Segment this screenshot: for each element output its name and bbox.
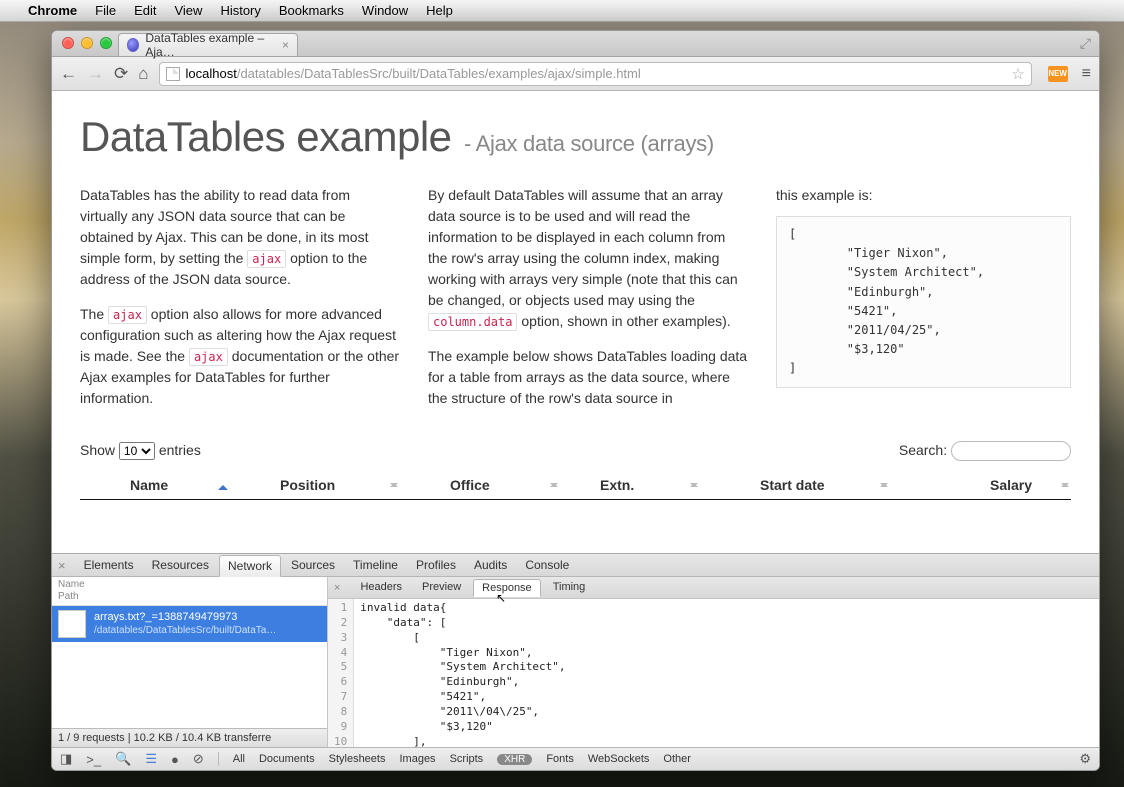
record-icon[interactable]: ● <box>171 752 179 767</box>
favicon-icon <box>127 38 139 52</box>
bookmark-star-icon[interactable]: ☆ <box>1011 65 1024 83</box>
window-controls <box>62 37 112 49</box>
devtools-tab-sources[interactable]: Sources <box>283 555 343 576</box>
devtools-tabs: × ElementsResourcesNetworkSourcesTimelin… <box>52 554 1099 577</box>
reload-button[interactable]: ⟳ <box>114 64 128 84</box>
filter-documents[interactable]: Documents <box>259 753 315 765</box>
fullscreen-icon[interactable]: ⤢ <box>1080 35 1091 52</box>
table-header: Name Position Office Extn. Start date Sa… <box>80 471 1071 500</box>
address-bar[interactable]: localhost/datatables/DataTablesSrc/built… <box>159 62 1032 86</box>
length-select[interactable]: 10 <box>119 442 155 460</box>
th-office[interactable]: Office <box>400 477 560 493</box>
devtools-tab-network[interactable]: Network <box>219 555 281 577</box>
devtools-tab-resources[interactable]: Resources <box>144 555 217 576</box>
filter-images[interactable]: Images <box>399 753 435 765</box>
th-extn[interactable]: Extn. <box>560 477 700 493</box>
devtools-panel: × ElementsResourcesNetworkSourcesTimelin… <box>52 553 1099 770</box>
line-number-gutter: 1 2 3 4 5 6 7 8 9 10 11 12 13 <box>328 599 354 747</box>
chrome-menu-icon[interactable]: ≡ <box>1082 65 1091 83</box>
new-badge-icon[interactable]: NEW <box>1048 66 1068 82</box>
page-subtitle: - Ajax data source (arrays) <box>464 131 714 156</box>
browser-toolbar: ← → ⟳ ⌂ localhost/datatables/DataTablesS… <box>52 57 1099 91</box>
code-ajax: ajax <box>189 348 228 366</box>
col-name-label: Name <box>58 579 321 591</box>
page-icon <box>166 67 180 81</box>
console-icon[interactable]: >_ <box>86 752 101 767</box>
network-detail-tabs: × HeadersPreviewResponseTiming ↖ <box>328 577 1099 599</box>
dock-icon[interactable]: ◨ <box>60 751 72 767</box>
filter-other[interactable]: Other <box>663 753 691 765</box>
th-position[interactable]: Position <box>230 477 400 493</box>
minimize-window-button[interactable] <box>81 37 93 49</box>
devtools-tab-timeline[interactable]: Timeline <box>345 555 406 576</box>
intro-column-3: this example is: [ "Tiger Nixon", "Syste… <box>776 185 1071 409</box>
browser-tab[interactable]: DataTables example – Aja… × <box>118 33 298 56</box>
search-input[interactable] <box>951 441 1071 461</box>
detail-tab-response[interactable]: Response <box>473 579 541 597</box>
response-body[interactable]: invalid data{ "data": [ [ "Tiger Nixon",… <box>354 599 571 747</box>
home-button[interactable]: ⌂ <box>138 64 148 84</box>
filter-scripts[interactable]: Scripts <box>450 753 484 765</box>
request-name: arrays.txt?_=1388749479973 <box>94 611 276 625</box>
menu-file[interactable]: File <box>95 3 116 18</box>
intro-column-2: By default DataTables will assume that a… <box>428 185 748 409</box>
intro-column-1: DataTables has the ability to read data … <box>80 185 400 409</box>
code-column-data: column.data <box>428 313 517 331</box>
th-startdate[interactable]: Start date <box>700 477 890 493</box>
back-button[interactable]: ← <box>60 64 77 84</box>
menu-edit[interactable]: Edit <box>134 3 156 18</box>
code-ajax: ajax <box>108 306 147 324</box>
length-control: Show 10 entries <box>80 442 201 460</box>
detail-tab-preview[interactable]: Preview <box>414 579 469 596</box>
macos-menubar: Chrome File Edit View History Bookmarks … <box>0 0 1124 22</box>
menu-bookmarks[interactable]: Bookmarks <box>279 3 344 18</box>
th-name[interactable]: Name <box>80 477 230 493</box>
filter-all[interactable]: All <box>233 753 245 765</box>
devtools-tab-audits[interactable]: Audits <box>466 555 515 576</box>
browser-window: DataTables example – Aja… × ⤢ ← → ⟳ ⌂ lo… <box>51 30 1100 771</box>
page-title: DataTables example <box>80 113 452 160</box>
filter-fonts[interactable]: Fonts <box>546 753 574 765</box>
settings-gear-icon[interactable]: ⚙ <box>1079 751 1091 767</box>
devtools-close-icon[interactable]: × <box>58 558 66 573</box>
browser-tabstrip: DataTables example – Aja… × ⤢ <box>52 31 1099 57</box>
sample-data-box: [ "Tiger Nixon", "System Architect", "Ed… <box>776 216 1071 388</box>
close-window-button[interactable] <box>62 37 74 49</box>
url-host: localhost <box>186 66 237 81</box>
search-icon[interactable]: 🔍 <box>115 751 131 767</box>
devtools-tab-elements[interactable]: Elements <box>76 555 142 576</box>
network-request-row[interactable]: arrays.txt?_=1388749479973 /datatables/D… <box>52 606 327 642</box>
clear-icon[interactable]: ⊘ <box>193 751 204 767</box>
col-path-label: Path <box>58 591 321 603</box>
menu-help[interactable]: Help <box>426 3 453 18</box>
request-path: /datatables/DataTablesSrc/built/DataTa… <box>94 625 276 638</box>
devtools-tab-console[interactable]: Console <box>517 555 577 576</box>
th-salary[interactable]: Salary <box>890 477 1071 493</box>
zoom-window-button[interactable] <box>100 37 112 49</box>
menu-history[interactable]: History <box>220 3 260 18</box>
url-path: /datatables/DataTablesSrc/built/DataTabl… <box>237 66 641 81</box>
forward-button: → <box>87 64 104 84</box>
filter-websockets[interactable]: WebSockets <box>588 753 650 765</box>
menu-view[interactable]: View <box>174 3 202 18</box>
detail-tab-headers[interactable]: Headers <box>352 579 410 596</box>
menubar-app-name[interactable]: Chrome <box>28 3 77 18</box>
network-request-list: Name Path arrays.txt?_=1388749479973 /da… <box>52 577 328 747</box>
close-detail-icon[interactable]: × <box>334 582 340 594</box>
tab-title: DataTables example – Aja… <box>145 31 276 59</box>
filter-xhr[interactable]: XHR <box>497 754 532 765</box>
menu-window[interactable]: Window <box>362 3 408 18</box>
devtools-bottom-toolbar: ◨ >_ 🔍 ☰ ● ⊘ All Documents Stylesheets Imag… <box>52 747 1099 770</box>
close-tab-button[interactable]: × <box>282 38 289 52</box>
search-control: Search: <box>899 441 1071 461</box>
code-ajax: ajax <box>247 250 286 268</box>
filter-icon[interactable]: ☰ <box>145 751 157 767</box>
detail-tab-timing[interactable]: Timing <box>545 579 594 596</box>
devtools-tab-profiles[interactable]: Profiles <box>408 555 464 576</box>
file-icon <box>58 610 86 638</box>
network-summary: 1 / 9 requests | 10.2 KB / 10.4 KB trans… <box>52 728 327 747</box>
network-detail: × HeadersPreviewResponseTiming ↖ 1 2 3 4… <box>328 577 1099 747</box>
filter-stylesheets[interactable]: Stylesheets <box>329 753 386 765</box>
